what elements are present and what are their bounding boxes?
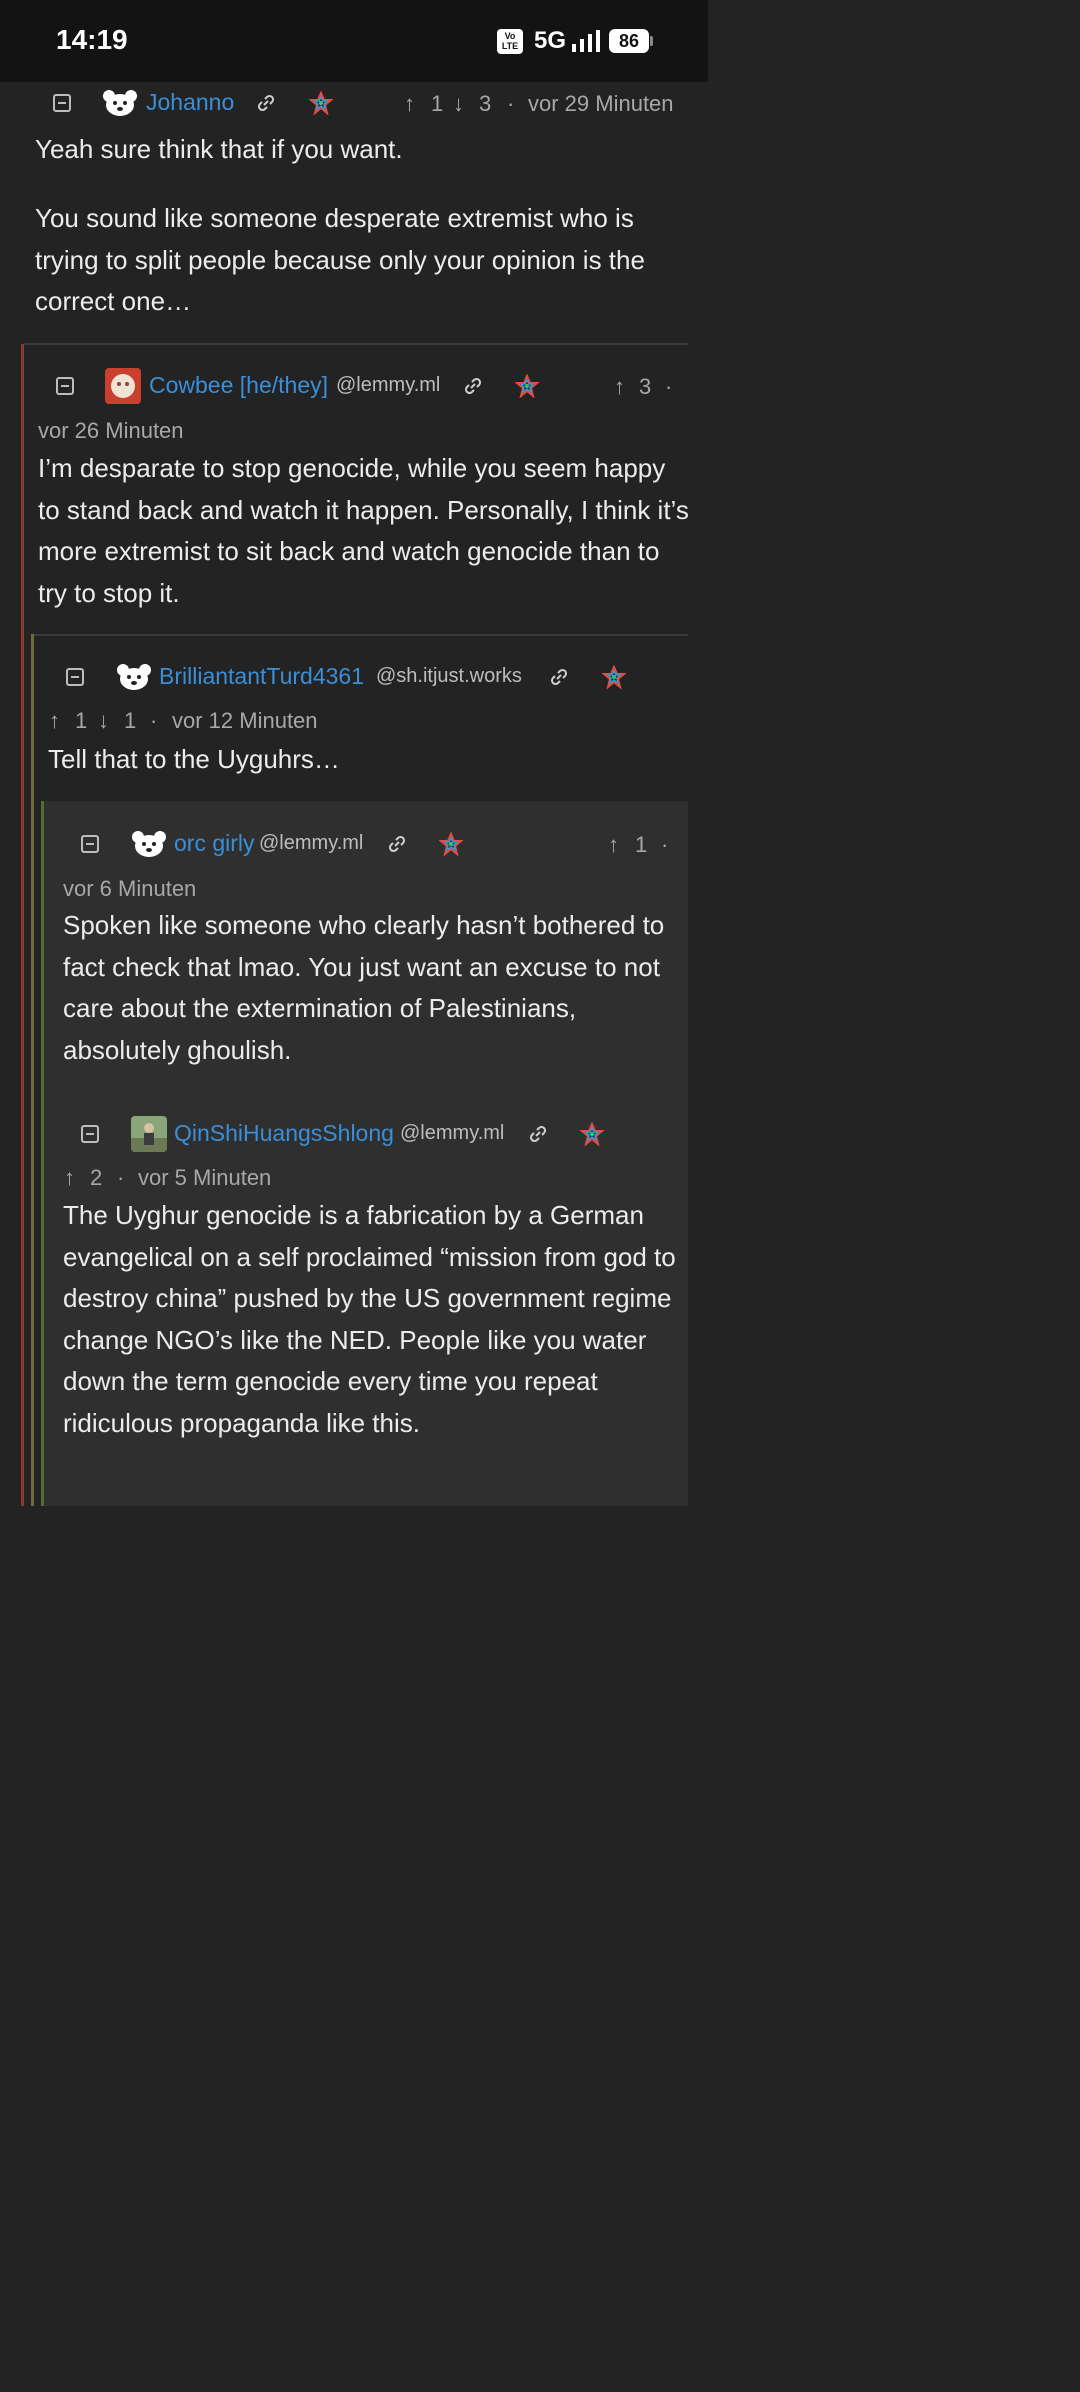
comment-body: Tell that to the Uyguhrs… xyxy=(48,744,340,774)
user-avatar xyxy=(131,1116,167,1152)
collapse-icon[interactable] xyxy=(81,835,99,853)
thread-line-level-4[interactable] xyxy=(41,801,44,1506)
user-avatar xyxy=(105,368,141,404)
network-type: 5G xyxy=(534,27,567,54)
separator: · xyxy=(117,1165,125,1190)
comment-body: Spoken like someone who clearly hasn’t b… xyxy=(63,910,665,1065)
username[interactable]: BrilliantantTurd4361 xyxy=(159,663,364,690)
upvote-icon[interactable]: ↑ xyxy=(404,91,415,117)
link-icon[interactable] xyxy=(461,374,485,398)
comment-body: I’m desparate to stop genocide, while yo… xyxy=(38,453,689,608)
upvote-count: 3 xyxy=(639,374,652,399)
bear-avatar-icon xyxy=(117,664,151,690)
comment-body: The Uyghur genocide is a fabrication by … xyxy=(63,1200,676,1438)
comment-time: vor 29 Minuten xyxy=(528,91,674,116)
link-icon[interactable] xyxy=(254,91,278,115)
username[interactable]: QinShiHuangsShlong xyxy=(174,1120,394,1147)
battery-tip xyxy=(650,36,653,46)
username[interactable]: Cowbee [he/they] xyxy=(149,372,328,399)
status-bar: 14:19 Vo LTE 5G 86 xyxy=(0,0,708,82)
battery-icon: 86 xyxy=(609,29,649,53)
upvote-icon[interactable]: ↑ xyxy=(49,708,60,734)
upvote-count: 1 xyxy=(635,832,648,857)
comment-time: vor 5 Minuten xyxy=(138,1165,272,1190)
bear-avatar-icon xyxy=(132,831,166,857)
rainbow-star-icon[interactable] xyxy=(580,1122,604,1146)
username[interactable]: Johanno xyxy=(146,89,234,116)
separator: · xyxy=(507,91,515,116)
downvote-count: 3 xyxy=(479,91,492,116)
bear-avatar-icon xyxy=(103,90,137,116)
upvote-icon[interactable]: ↑ xyxy=(64,1165,75,1191)
collapse-icon[interactable] xyxy=(66,668,84,686)
thread-line-level-3[interactable] xyxy=(31,634,34,1506)
upvote-count: 2 xyxy=(90,1165,103,1190)
separator: · xyxy=(665,374,673,399)
user-instance: @sh.itjust.works xyxy=(376,665,522,687)
volte-icon: Vo LTE xyxy=(497,29,523,54)
rainbow-star-icon[interactable] xyxy=(439,832,463,856)
divider xyxy=(34,634,688,636)
comment-time: vor 6 Minuten xyxy=(63,876,197,901)
divider xyxy=(24,343,688,345)
collapse-icon[interactable] xyxy=(81,1125,99,1143)
clock: 14:19 xyxy=(56,24,128,55)
rainbow-star-icon[interactable] xyxy=(309,91,333,115)
username[interactable]: orc girly xyxy=(174,830,255,857)
thread-line-level-2[interactable] xyxy=(21,344,24,1506)
upvote-icon[interactable]: ↑ xyxy=(608,832,619,858)
comment-time: vor 12 Minuten xyxy=(172,708,318,733)
rainbow-star-icon[interactable] xyxy=(602,665,626,689)
link-icon[interactable] xyxy=(526,1122,550,1146)
collapse-icon[interactable] xyxy=(56,377,74,395)
comment-time: vor 26 Minuten xyxy=(38,418,184,443)
upvote-count: 1 xyxy=(431,91,444,116)
comment-body: You sound like someone desperate extremi… xyxy=(35,203,645,316)
separator: · xyxy=(661,832,669,857)
link-icon[interactable] xyxy=(385,832,409,856)
rainbow-star-icon[interactable] xyxy=(515,374,539,398)
upvote-count: 1 xyxy=(75,708,88,733)
separator: · xyxy=(150,708,158,733)
user-instance: @lemmy.ml xyxy=(336,374,441,396)
signal-icon xyxy=(572,30,600,52)
comment-body: Yeah sure think that if you want. xyxy=(35,134,403,164)
collapse-icon[interactable] xyxy=(53,94,71,112)
link-icon[interactable] xyxy=(547,665,571,689)
downvote-icon[interactable]: ↓ xyxy=(453,91,464,117)
downvote-count: 1 xyxy=(124,708,137,733)
upvote-icon[interactable]: ↑ xyxy=(614,374,625,400)
user-instance: @lemmy.ml xyxy=(400,1122,505,1144)
downvote-icon[interactable]: ↓ xyxy=(98,708,109,734)
user-instance: @lemmy.ml xyxy=(259,832,364,854)
